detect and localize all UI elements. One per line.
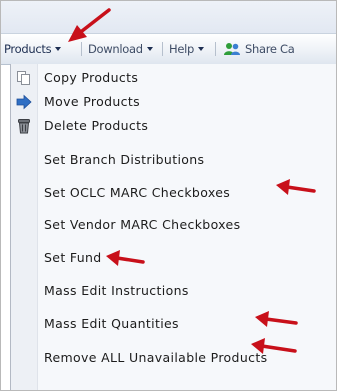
products-menu-label: Products <box>4 42 52 56</box>
menu-item-label: Set Branch Distributions <box>44 152 205 167</box>
download-menu-button[interactable]: Download <box>88 42 153 56</box>
menu-item-move-products[interactable]: Move Products <box>11 90 336 114</box>
chevron-down-icon <box>198 47 205 51</box>
toolbar-divider <box>81 42 82 56</box>
menu-item-label: Copy Products <box>44 70 139 85</box>
menu-item-delete-products[interactable]: Delete Products <box>11 114 336 138</box>
menu-item-label: Set Fund <box>44 250 102 265</box>
help-menu-button[interactable]: Help <box>169 42 205 56</box>
menu-item-mass-edit-quantities[interactable]: Mass Edit Quantities <box>11 312 336 336</box>
menu-item-label: Set OCLC MARC Checkboxes <box>44 185 231 200</box>
toolbar-divider <box>215 42 216 56</box>
share-cart-label: Share Ca <box>245 42 295 56</box>
screenshot-frame: Products Download Help Share Ca Copy Pro… <box>0 0 337 391</box>
help-menu-label: Help <box>169 42 195 56</box>
menu-item-set-branch-distributions[interactable]: Set Branch Distributions <box>11 148 336 172</box>
menu-item-set-fund[interactable]: Set Fund <box>11 246 336 270</box>
trash-icon <box>15 117 32 134</box>
chevron-down-icon <box>55 47 62 51</box>
menu-item-label: Set Vendor MARC Checkboxes <box>44 217 241 232</box>
menu-item-set-oclc-marc-checkboxes[interactable]: Set OCLC MARC Checkboxes <box>11 181 336 205</box>
share-people-icon <box>223 42 241 56</box>
menu-item-mass-edit-instructions[interactable]: Mass Edit Instructions <box>11 279 336 303</box>
menu-item-label: Mass Edit Instructions <box>44 283 189 298</box>
chevron-down-icon <box>146 47 153 51</box>
toolbar-divider <box>162 42 163 56</box>
menu-item-set-vendor-marc-checkboxes[interactable]: Set Vendor MARC Checkboxes <box>11 213 336 237</box>
products-menu-button[interactable]: Products <box>4 42 62 56</box>
menu-item-copy-products[interactable]: Copy Products <box>11 66 336 90</box>
menu-item-label: Mass Edit Quantities <box>44 316 179 331</box>
share-cart-button[interactable]: Share Ca <box>223 42 295 56</box>
arrow-right-icon <box>15 93 32 110</box>
header-band <box>1 1 336 33</box>
menu-item-label: Remove ALL Unavailable Products <box>44 350 268 365</box>
copy-icon <box>15 69 32 86</box>
products-dropdown-menu: Copy Products Move Products Delete Produ… <box>10 64 336 390</box>
menu-item-remove-all-unavailable-products[interactable]: Remove ALL Unavailable Products <box>11 346 336 370</box>
menu-item-label: Move Products <box>44 94 141 109</box>
toolbar: Products Download Help Share Ca <box>1 33 336 65</box>
menu-item-label: Delete Products <box>44 118 149 133</box>
download-menu-label: Download <box>88 42 143 56</box>
